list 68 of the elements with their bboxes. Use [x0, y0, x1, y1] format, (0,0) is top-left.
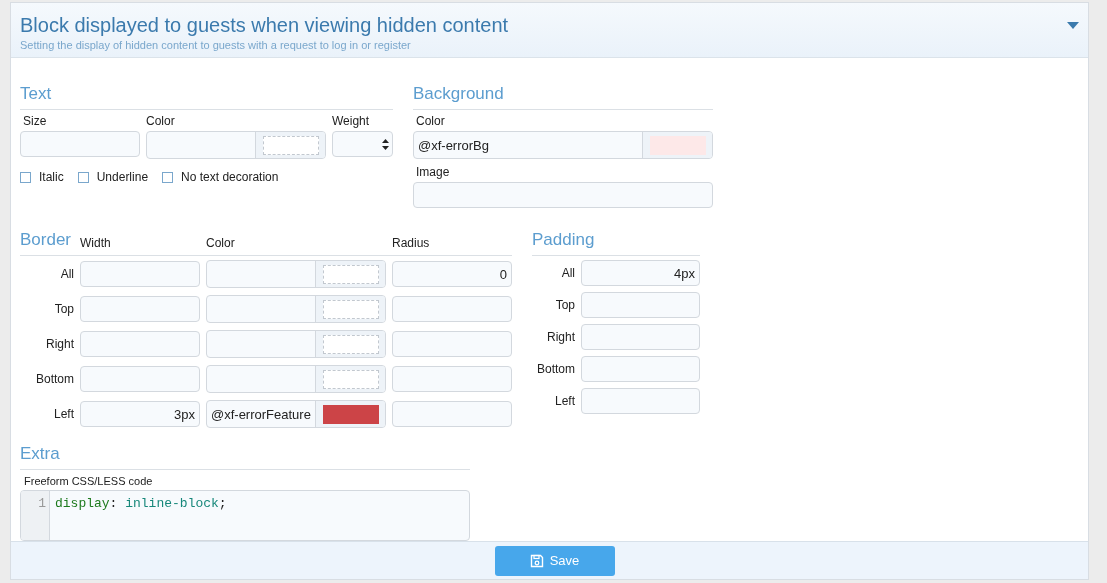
radius-field[interactable] [392, 296, 512, 323]
radius-field[interactable] [392, 366, 512, 393]
row-label: Right [45, 336, 74, 354]
block-title: Block displayed to guests when viewing hidden content [20, 13, 509, 37]
row-label: Top [554, 297, 575, 315]
section-title: Background [413, 84, 504, 104]
field-label: Size [22, 113, 48, 131]
color-field[interactable]: @xf-errorBg [413, 131, 713, 160]
row-label: Left [53, 406, 74, 424]
code-editor[interactable]: 1 display: inline-block; [20, 490, 470, 542]
width-field[interactable] [80, 366, 200, 393]
section-title: Padding [532, 230, 595, 250]
checkbox-label: Underline [96, 169, 149, 187]
sort-arrows-icon [382, 138, 389, 150]
code-line: display: inline-block; [55, 496, 227, 513]
color-field[interactable] [146, 131, 326, 160]
radius-field[interactable]: 0 [392, 261, 512, 288]
section-title: Border [20, 230, 72, 250]
width-field[interactable] [80, 261, 200, 288]
color-field[interactable] [206, 295, 386, 324]
row-label: Left [554, 393, 575, 411]
column-header: Radius [392, 235, 430, 253]
padding-field[interactable] [581, 324, 700, 351]
row-label: Top [53, 301, 74, 319]
radius-field[interactable] [392, 401, 512, 428]
color-field[interactable] [206, 330, 386, 359]
line-number: 1 [38, 496, 46, 513]
padding-field[interactable] [581, 292, 700, 319]
row-label: Right [546, 329, 575, 347]
padding-field[interactable] [581, 388, 700, 415]
row-label: All [59, 266, 74, 284]
caret-down-icon[interactable] [1067, 21, 1079, 31]
width-field[interactable] [80, 331, 200, 358]
section-title: Text [20, 84, 52, 104]
field-label: Weight [332, 113, 371, 131]
color-swatch[interactable] [322, 299, 379, 319]
field-label: Freeform CSS/LESS code [23, 474, 154, 490]
field-label: Color [146, 113, 176, 131]
weight-select[interactable] [332, 131, 393, 158]
row-label: All [560, 265, 575, 283]
block-subtitle: Setting the display of hidden content to guests with a request to log in or register [20, 38, 412, 53]
size-field[interactable] [20, 131, 140, 158]
padding-field[interactable] [581, 356, 700, 383]
field-label: Image [415, 164, 451, 182]
row-label: Bottom [536, 361, 575, 379]
color-swatch[interactable] [322, 264, 379, 284]
section-title: Extra [20, 444, 60, 464]
width-field[interactable] [80, 296, 200, 323]
checkbox[interactable] [162, 171, 174, 183]
color-field[interactable] [206, 260, 386, 289]
row-label: Bottom [35, 371, 74, 389]
color-swatch[interactable] [322, 404, 379, 424]
field-label: Color [415, 113, 446, 131]
color-swatch[interactable] [322, 369, 379, 389]
color-field[interactable] [206, 365, 386, 394]
color-swatch[interactable] [262, 135, 319, 155]
column-header: Width [80, 235, 112, 253]
column-header: Color [206, 235, 236, 253]
checkbox[interactable] [20, 171, 31, 183]
color-field[interactable]: @xf-errorFeature [206, 400, 386, 429]
width-field[interactable]: 3px [80, 401, 200, 428]
color-swatch[interactable] [322, 334, 379, 354]
checkbox[interactable] [77, 171, 89, 183]
padding-field[interactable]: 4px [581, 260, 700, 287]
image-field[interactable] [413, 182, 713, 209]
checkbox-label: Italic [39, 169, 64, 187]
radius-field[interactable] [392, 331, 512, 358]
checkbox-label: No text decoration [181, 169, 279, 187]
